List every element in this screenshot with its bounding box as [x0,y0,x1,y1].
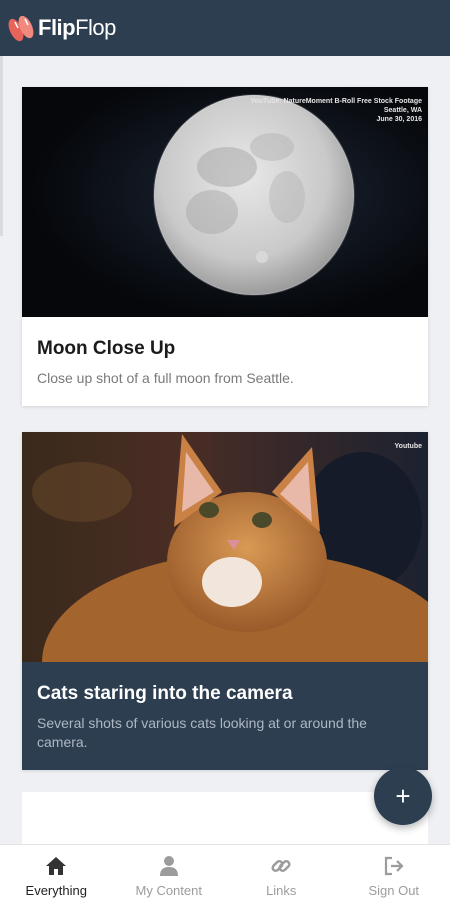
nav-label: Sign Out [368,883,420,898]
content-card-partial[interactable] [22,792,428,844]
nav-item-my-content[interactable]: My Content [113,845,226,900]
flip-flop-logo-icon [6,10,36,46]
media-caption: Youtube [394,443,422,450]
nav-label: My Content [135,883,202,898]
card-description: Several shots of various cats looking at… [37,715,367,750]
drawer-edge[interactable] [0,56,3,236]
content-card-cats[interactable]: Youtube Cats staring into the camera Sev… [22,432,428,770]
media-caption: YouTube: NatureMoment B-Roll Free Stock … [250,98,422,123]
nav-item-links[interactable]: Links [225,845,338,900]
nav-item-everything[interactable]: Everything [0,845,113,900]
card-body: Moon Close Up Close up shot of a full mo… [22,317,428,406]
app-name: FlipFlop [38,15,116,40]
content-feed: YouTube: NatureMoment B-Roll Free Stock … [0,56,450,844]
sign-out-icon [382,854,406,878]
link-icon [269,854,293,878]
cats-thumbnail[interactable]: Youtube [22,432,428,662]
app-logo[interactable]: FlipFlop [6,10,116,46]
nav-label: Links [266,883,297,898]
user-icon [157,854,181,878]
add-content-button[interactable]: + [374,767,432,825]
nav-item-sign-out[interactable]: Sign Out [338,845,450,900]
card-description: Close up shot of a full moon from Seattl… [37,370,294,386]
bottom-navigation: Everything My Content Links Sign Out [0,844,450,900]
card-title: Moon Close Up [37,338,176,359]
home-icon [44,854,68,878]
app-header: FlipFlop [0,0,450,56]
nav-label: Everything [25,883,87,898]
moon-thumbnail[interactable]: YouTube: NatureMoment B-Roll Free Stock … [22,87,428,317]
card-body: Cats staring into the camera Several sho… [22,662,428,770]
content-card-moon[interactable]: YouTube: NatureMoment B-Roll Free Stock … [22,87,428,406]
card-title: Cats staring into the camera [37,683,293,704]
